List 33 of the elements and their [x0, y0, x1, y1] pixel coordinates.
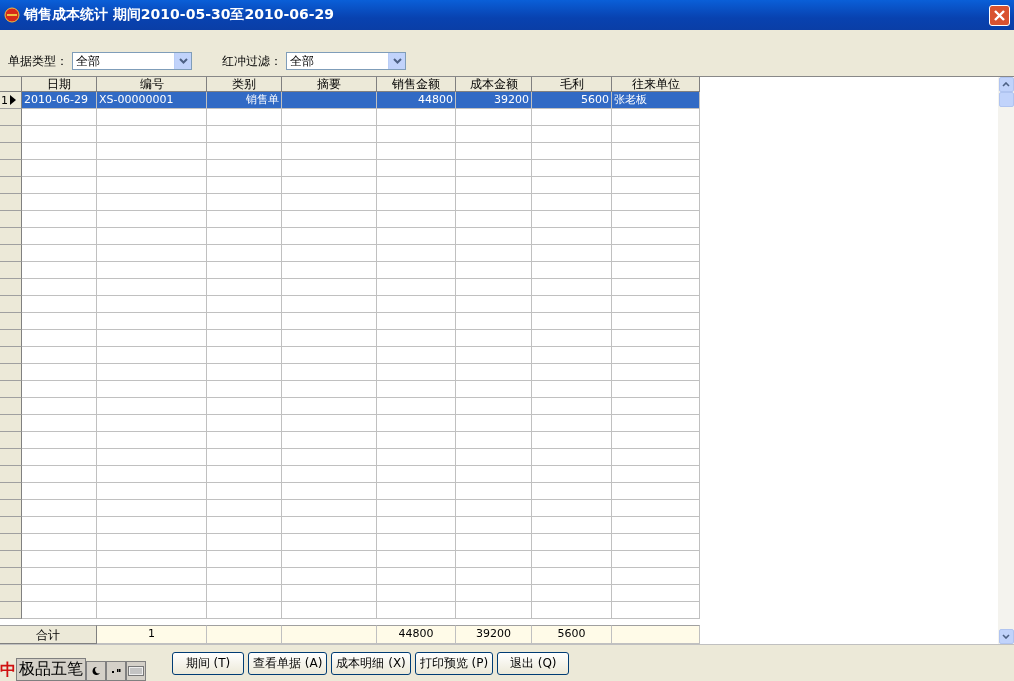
action-button[interactable]: 打印预览 (P) [414, 651, 494, 675]
column-header[interactable]: 销售金额 [377, 77, 456, 92]
filter-dropdown[interactable]: 全部 [286, 52, 406, 70]
window-title: 销售成本统计 期间2010-05-30至2010-06-29 [24, 6, 335, 24]
action-button[interactable]: 期间 (T) [172, 651, 244, 675]
column-header[interactable]: 类别 [207, 77, 282, 92]
column-header[interactable]: 摘要 [282, 77, 377, 92]
column-header[interactable]: 毛利 [532, 77, 612, 92]
total-label: 合计 [0, 625, 97, 644]
filter-dropdown[interactable]: 全部 [72, 52, 192, 70]
ime-mode-indicator[interactable]: 中 [0, 660, 16, 681]
total-cell: 5600 [532, 625, 612, 644]
table-cell: 张老板 [612, 92, 700, 109]
action-button[interactable]: 退出 (Q) [497, 651, 570, 675]
table-cell: XS-00000001 [97, 92, 207, 109]
action-button[interactable]: 查看单据 (A) [248, 651, 328, 675]
filter-label: 红冲过滤： [222, 52, 282, 70]
table-cell: 2010-06-29 [22, 92, 97, 109]
filter-label: 单据类型： [8, 52, 68, 70]
column-header[interactable]: 日期 [22, 77, 97, 92]
table-cell: 39200 [456, 92, 532, 109]
column-header[interactable]: 往来单位 [612, 77, 700, 92]
ime-name[interactable]: 极品五笔 [16, 658, 86, 681]
action-button[interactable]: 成本明细 (X) [331, 651, 411, 675]
table-cell: 44800 [377, 92, 456, 109]
total-cell: 44800 [377, 625, 456, 644]
table-cell: 销售单 [207, 92, 282, 109]
total-cell: 39200 [456, 625, 532, 644]
column-header[interactable]: 成本金额 [456, 77, 532, 92]
table-cell: 5600 [532, 92, 612, 109]
row-header[interactable]: 1 [0, 92, 22, 109]
total-cell: 1 [97, 625, 207, 644]
column-header[interactable]: 编号 [97, 77, 207, 92]
